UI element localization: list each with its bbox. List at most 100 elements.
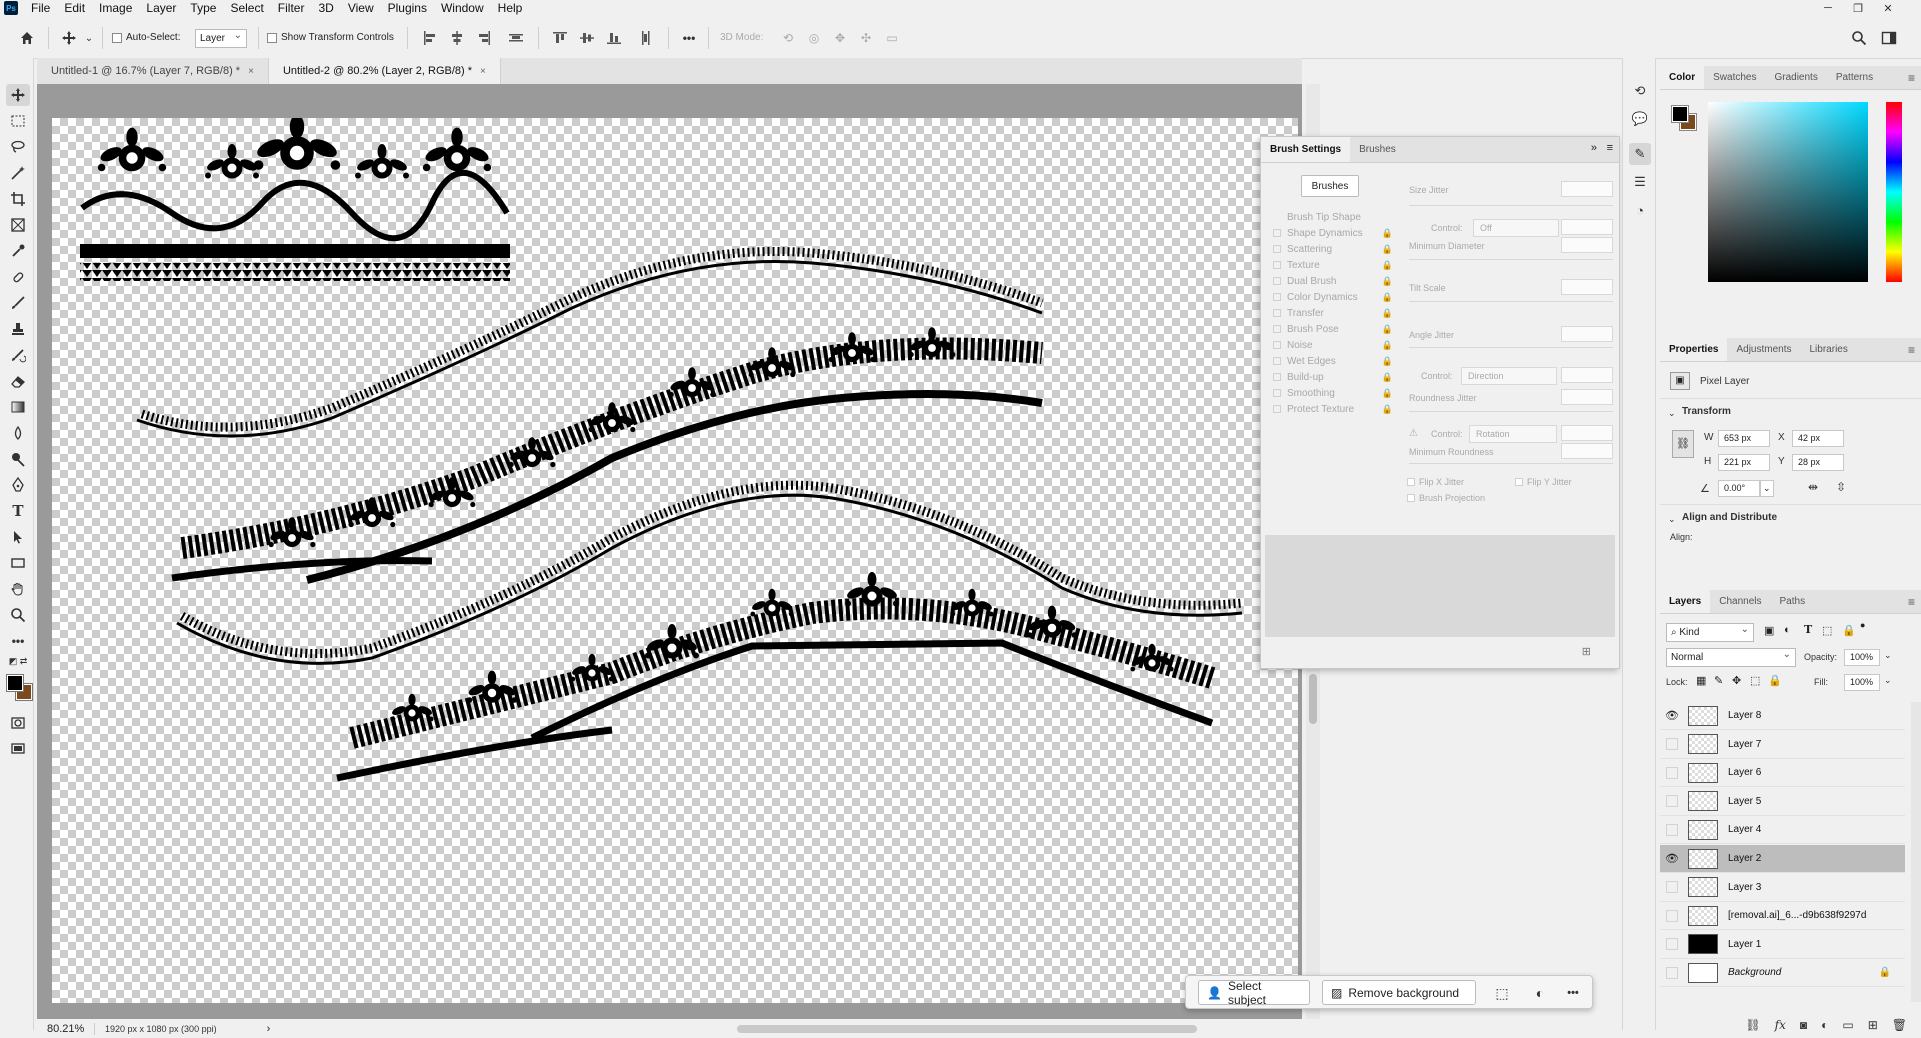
search-icon[interactable] [1848, 27, 1870, 49]
filter-shape-icon[interactable]: ⬚ [1822, 624, 1832, 637]
path-selection-icon[interactable] [6, 526, 30, 548]
visibility-toggle[interactable] [1666, 938, 1678, 951]
control-value-field[interactable] [1561, 367, 1613, 383]
distribute-horizontal-icon[interactable] [506, 29, 526, 47]
canvas-area[interactable] [37, 84, 1302, 1019]
history-icon[interactable]: ⟲ [1629, 80, 1651, 102]
min-roundness-field[interactable] [1561, 443, 1613, 459]
collapse-align-icon[interactable]: ⌄ [1668, 514, 1676, 525]
brush-tool-icon[interactable] [6, 292, 30, 314]
hue-slider[interactable] [1886, 102, 1902, 282]
tab-patterns[interactable]: Patterns [1827, 66, 1882, 89]
flip-x-checkbox[interactable] [1407, 478, 1415, 486]
menu-edit[interactable]: Edit [57, 0, 92, 16]
actions-icon[interactable]: ◔ [1629, 199, 1651, 221]
size-jitter-field[interactable] [1561, 181, 1613, 197]
add-mask-icon[interactable]: ◙ [1800, 1018, 1807, 1032]
flip-y-checkbox[interactable] [1515, 478, 1523, 486]
comments-icon[interactable]: 💬 [1629, 108, 1651, 130]
tilt-scale-field[interactable] [1561, 279, 1613, 295]
layer-row[interactable]: 👁 Layer 2 [1660, 845, 1905, 873]
layer-row[interactable]: [removal.ai]_6...-d9b638f9297d [1660, 902, 1905, 931]
filter-type-icon[interactable]: T [1804, 623, 1812, 636]
delete-layer-icon[interactable]: 🗑 [1892, 1018, 1907, 1032]
adjustment-icon[interactable]: ◐ [1529, 982, 1551, 1004]
control-value-field[interactable] [1561, 219, 1613, 235]
width-input[interactable]: 653 px [1718, 430, 1770, 447]
menu-3d[interactable]: 3D [311, 0, 340, 16]
brush-option[interactable]: Build-up 🔒 [1273, 369, 1401, 385]
move-tool-preset-icon[interactable] [58, 27, 80, 49]
select-subject-button[interactable]: 👤 Select subject [1198, 979, 1310, 1007]
distribute-vertical-icon[interactable] [636, 29, 656, 47]
close-tab-icon[interactable]: × [248, 66, 254, 77]
brush-option[interactable]: Wet Edges 🔒 [1273, 353, 1401, 369]
align-left-icon[interactable] [420, 29, 440, 47]
blur-tool-icon[interactable] [6, 422, 30, 444]
brush-option[interactable]: Brush Pose 🔒 [1273, 321, 1401, 337]
angle-dropdown-icon[interactable]: ⌄ [1760, 480, 1774, 497]
control-direction-dropdown[interactable]: Direction [1461, 367, 1557, 385]
layer-row[interactable]: Layer 6 [1660, 759, 1905, 788]
brush-option[interactable]: Shape Dynamics 🔒 [1273, 225, 1401, 241]
filter-toggle-icon[interactable]: ● [1860, 620, 1865, 630]
angle-jitter-field[interactable] [1561, 326, 1613, 342]
align-right-icon[interactable] [474, 29, 494, 47]
visibility-toggle[interactable] [1666, 766, 1678, 779]
fill-dropdown-icon[interactable]: ⌄ [1884, 675, 1892, 686]
auto-select-checkbox[interactable] [112, 33, 122, 43]
new-adjustment-icon[interactable]: ◐ [1821, 1018, 1828, 1032]
horizontal-scrollbar[interactable] [737, 1025, 1197, 1033]
eyedropper-icon[interactable] [6, 240, 30, 262]
filter-pixel-icon[interactable]: ▣ [1764, 624, 1774, 637]
tab-adjustments[interactable]: Adjustments [1727, 338, 1800, 361]
new-brush-icon[interactable]: ⊞ [1582, 645, 1591, 658]
visibility-toggle[interactable] [1666, 795, 1678, 808]
rectangle-tool-icon[interactable] [6, 552, 30, 574]
roundness-jitter-field[interactable] [1561, 389, 1613, 405]
menu-help[interactable]: Help [491, 0, 530, 16]
lock-transparent-icon[interactable]: ▦ [1696, 674, 1706, 687]
filter-kind-dropdown[interactable]: ⌕ Kind [1666, 621, 1754, 642]
adjustments-icon[interactable]: ☰ [1629, 171, 1651, 193]
lock-position-icon[interactable]: ✥ [1732, 674, 1741, 687]
menu-image[interactable]: Image [92, 0, 139, 16]
zoom-level[interactable]: 80.21% [37, 1022, 95, 1035]
minimize-icon[interactable]: ─ [1815, 0, 1841, 16]
layer-row[interactable]: Layer 4 [1660, 816, 1905, 845]
brush-option[interactable]: Brush Tip Shape [1273, 209, 1401, 225]
tab-paths[interactable]: Paths [1771, 590, 1815, 613]
lasso-tool-icon[interactable] [6, 136, 30, 158]
align-middle-icon[interactable] [577, 29, 597, 47]
healing-brush-icon[interactable] [6, 266, 30, 288]
brush-option[interactable]: Smoothing 🔒 [1273, 385, 1401, 401]
edit-toolbar-icon[interactable]: ••• [6, 630, 30, 652]
status-arrow-icon[interactable]: › [267, 1023, 271, 1035]
angle-input[interactable]: 0.00° [1718, 480, 1760, 497]
y-input[interactable]: 28 px [1792, 454, 1844, 471]
menu-type[interactable]: Type [183, 0, 223, 16]
remove-background-button[interactable]: ▨ Remove background [1322, 980, 1476, 1005]
link-dimensions-icon[interactable]: ⛓ [1672, 430, 1694, 458]
visibility-eye-icon[interactable]: 👁 [1660, 709, 1684, 722]
lock-pixels-icon[interactable]: ✎ [1714, 674, 1723, 687]
panel-menu-icon[interactable]: ≡ [1908, 66, 1915, 90]
layer-style-icon[interactable]: fx [1775, 1018, 1786, 1032]
move-tool-icon[interactable] [6, 84, 30, 106]
marquee-tool-icon[interactable] [6, 110, 30, 132]
control-rotation-dropdown[interactable]: Rotation [1469, 425, 1557, 443]
tab-gradients[interactable]: Gradients [1765, 66, 1826, 89]
stamp-tool-icon[interactable] [6, 318, 30, 340]
brush-option[interactable]: Scattering 🔒 [1273, 241, 1401, 257]
show-transform-checkbox[interactable] [267, 33, 277, 43]
layer-row[interactable]: Layer 1 [1660, 931, 1905, 959]
panel-menu-icon[interactable]: ≡ [1908, 338, 1915, 362]
gradient-tool-icon[interactable] [6, 396, 30, 418]
brush-projection-checkbox[interactable] [1407, 494, 1415, 502]
blend-mode-dropdown[interactable]: Normal [1666, 646, 1796, 667]
frame-tool-icon[interactable] [6, 214, 30, 236]
more-options-icon[interactable]: ••• [678, 29, 700, 47]
tab-color[interactable]: Color [1660, 66, 1705, 89]
height-input[interactable]: 221 px [1718, 454, 1770, 471]
collapse-panel-icon[interactable]: » [1591, 142, 1597, 154]
